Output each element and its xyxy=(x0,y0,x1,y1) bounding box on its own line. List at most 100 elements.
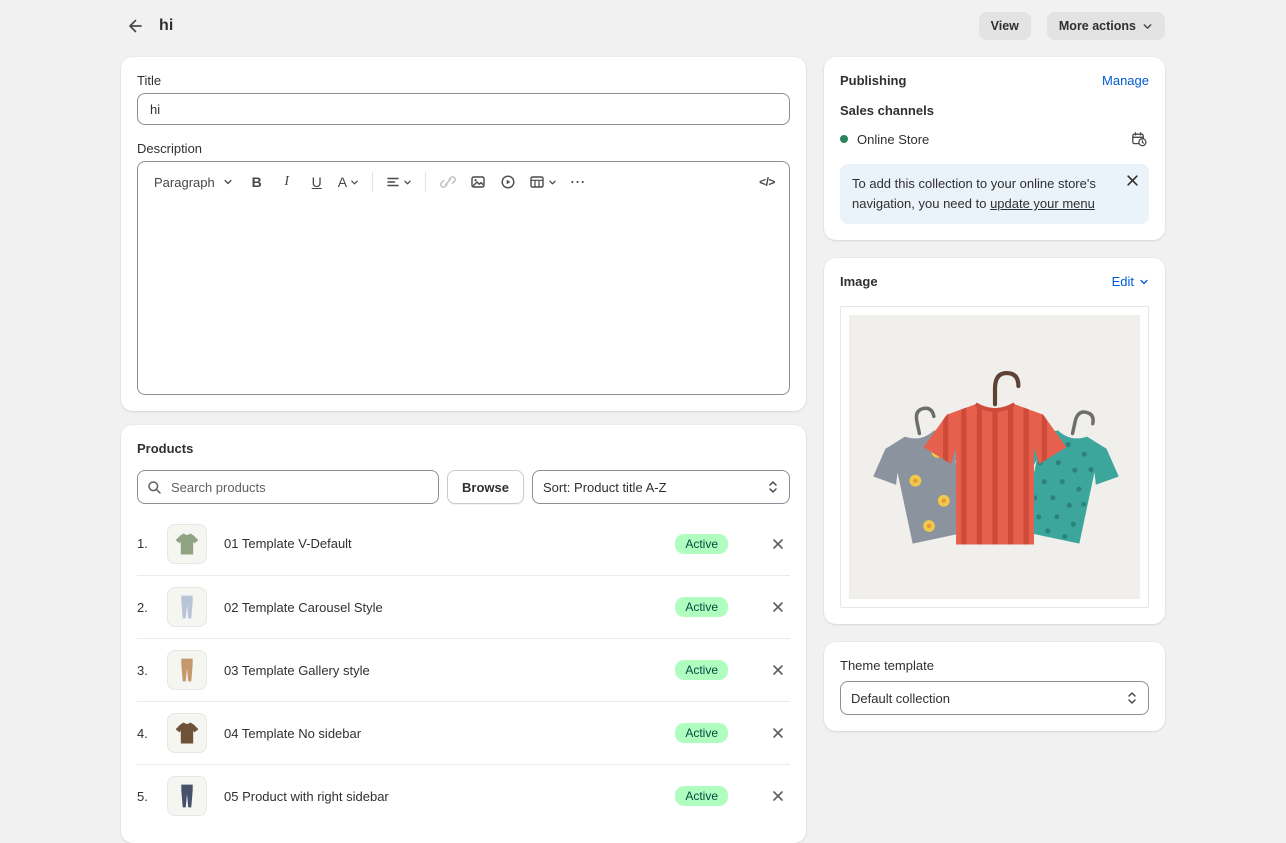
chevron-down-icon xyxy=(1139,277,1149,287)
italic-button[interactable]: I xyxy=(273,168,301,196)
product-name: 02 Template Carousel Style xyxy=(224,600,675,615)
theme-template-select[interactable]: Default collection xyxy=(840,681,1149,715)
product-thumbnail xyxy=(167,650,207,690)
dismiss-banner-button[interactable] xyxy=(1124,172,1141,189)
search-icon xyxy=(147,480,162,495)
close-icon xyxy=(772,790,784,802)
remove-product-button[interactable] xyxy=(768,660,788,680)
remove-product-button[interactable] xyxy=(768,786,788,806)
alignment-dropdown[interactable] xyxy=(381,168,417,196)
table-icon xyxy=(529,174,545,190)
theme-template-card: Theme template Default collection xyxy=(824,642,1165,731)
content-layout: Title Description Paragraph B xyxy=(121,57,1165,843)
product-name: 05 Product with right sidebar xyxy=(224,789,675,804)
bold-icon: B xyxy=(252,174,262,190)
more-actions-button[interactable]: More actions xyxy=(1047,12,1165,40)
paragraph-style-label: Paragraph xyxy=(154,175,215,190)
title-card: Title Description Paragraph B xyxy=(121,57,806,411)
image-heading: Image xyxy=(840,274,878,289)
table-dropdown[interactable] xyxy=(524,168,562,196)
product-row: 5. 05 Product with right sidebar Active xyxy=(137,764,790,827)
product-search-box xyxy=(137,470,439,504)
close-icon xyxy=(772,601,784,613)
products-card: Products Browse Sort: Product title A-Z xyxy=(121,425,806,843)
product-row: 3. 03 Template Gallery style Active xyxy=(137,638,790,701)
channel-status-dot xyxy=(840,135,848,143)
row-index: 5. xyxy=(137,789,167,804)
browse-button-label: Browse xyxy=(462,480,509,495)
close-icon xyxy=(772,664,784,676)
title-input[interactable] xyxy=(137,93,790,125)
chevron-down-icon xyxy=(1142,21,1153,32)
show-html-button[interactable]: </> xyxy=(753,168,781,196)
row-index: 3. xyxy=(137,663,167,678)
view-button[interactable]: View xyxy=(979,12,1031,40)
description-editor: Paragraph B I U A xyxy=(137,161,790,395)
select-chevrons-icon xyxy=(767,480,779,494)
bold-button[interactable]: B xyxy=(243,168,271,196)
product-row: 1. 01 Template V-Default Active xyxy=(137,512,790,575)
row-index: 1. xyxy=(137,536,167,551)
code-icon: </> xyxy=(759,175,775,189)
update-your-menu-link[interactable]: update your menu xyxy=(990,196,1095,211)
topbar-left: hi xyxy=(121,12,173,40)
collection-image-background xyxy=(849,315,1140,599)
manage-link[interactable]: Manage xyxy=(1102,73,1149,88)
back-button[interactable] xyxy=(121,12,149,40)
products-controls: Browse Sort: Product title A-Z xyxy=(137,470,790,504)
collection-edit-page: hi View More actions Title Description xyxy=(121,0,1165,843)
editor-toolbar: Paragraph B I U A xyxy=(138,162,789,202)
theme-template-label: Theme template xyxy=(840,658,1149,673)
product-thumbnail xyxy=(167,776,207,816)
link-icon xyxy=(440,174,456,190)
insert-image-button[interactable] xyxy=(464,168,492,196)
navigation-info-banner: To add this collection to your online st… xyxy=(840,164,1149,224)
topbar-actions: View More actions xyxy=(979,12,1165,40)
products-heading: Products xyxy=(137,441,790,456)
paragraph-style-dropdown[interactable]: Paragraph xyxy=(146,168,241,196)
close-icon xyxy=(772,538,784,550)
online-store-channel-row: Online Store xyxy=(840,129,1149,149)
publishing-card: Publishing Manage Sales channels Online … xyxy=(824,57,1165,240)
more-formatting-button[interactable]: ⋯ xyxy=(564,168,592,196)
remove-product-button[interactable] xyxy=(768,534,788,554)
collection-image[interactable] xyxy=(840,306,1149,608)
ellipsis-icon: ⋯ xyxy=(570,172,587,192)
product-thumbnail xyxy=(167,713,207,753)
product-row: 4. 04 Template No sidebar Active xyxy=(137,701,790,764)
underline-icon: U xyxy=(312,174,322,190)
sort-select-value: Sort: Product title A-Z xyxy=(543,480,667,495)
sort-select[interactable]: Sort: Product title A-Z xyxy=(532,470,790,504)
status-badge: Active xyxy=(675,597,728,617)
product-thumbnail xyxy=(167,524,207,564)
italic-icon: I xyxy=(284,174,289,190)
edit-link-label: Edit xyxy=(1112,274,1134,289)
align-left-icon xyxy=(386,175,400,189)
shirts-illustration xyxy=(859,334,1131,580)
browse-button[interactable]: Browse xyxy=(447,470,524,504)
description-editor-content[interactable] xyxy=(138,202,789,394)
sales-channels-label: Sales channels xyxy=(840,103,1149,118)
remove-product-button[interactable] xyxy=(768,597,788,617)
link-button[interactable] xyxy=(434,168,462,196)
search-products-input[interactable] xyxy=(169,479,429,496)
product-row: 2. 02 Template Carousel Style Active xyxy=(137,575,790,638)
status-badge: Active xyxy=(675,534,728,554)
description-block: Description Paragraph B I U xyxy=(137,141,790,395)
text-color-icon: A xyxy=(338,174,347,190)
back-arrow-icon xyxy=(125,16,145,36)
text-color-dropdown[interactable]: A xyxy=(333,168,364,196)
schedule-publish-button[interactable] xyxy=(1129,129,1149,149)
toolbar-divider xyxy=(425,172,426,192)
side-column: Publishing Manage Sales channels Online … xyxy=(824,57,1165,731)
product-name: 01 Template V-Default xyxy=(224,536,675,551)
topbar: hi View More actions xyxy=(121,0,1165,44)
underline-button[interactable]: U xyxy=(303,168,331,196)
product-name: 03 Template Gallery style xyxy=(224,663,675,678)
remove-product-button[interactable] xyxy=(768,723,788,743)
toolbar-divider xyxy=(372,172,373,192)
banner-text: To add this collection to your online st… xyxy=(852,174,1137,214)
edit-image-dropdown[interactable]: Edit xyxy=(1112,274,1149,289)
status-badge: Active xyxy=(675,723,728,743)
insert-video-button[interactable] xyxy=(494,168,522,196)
